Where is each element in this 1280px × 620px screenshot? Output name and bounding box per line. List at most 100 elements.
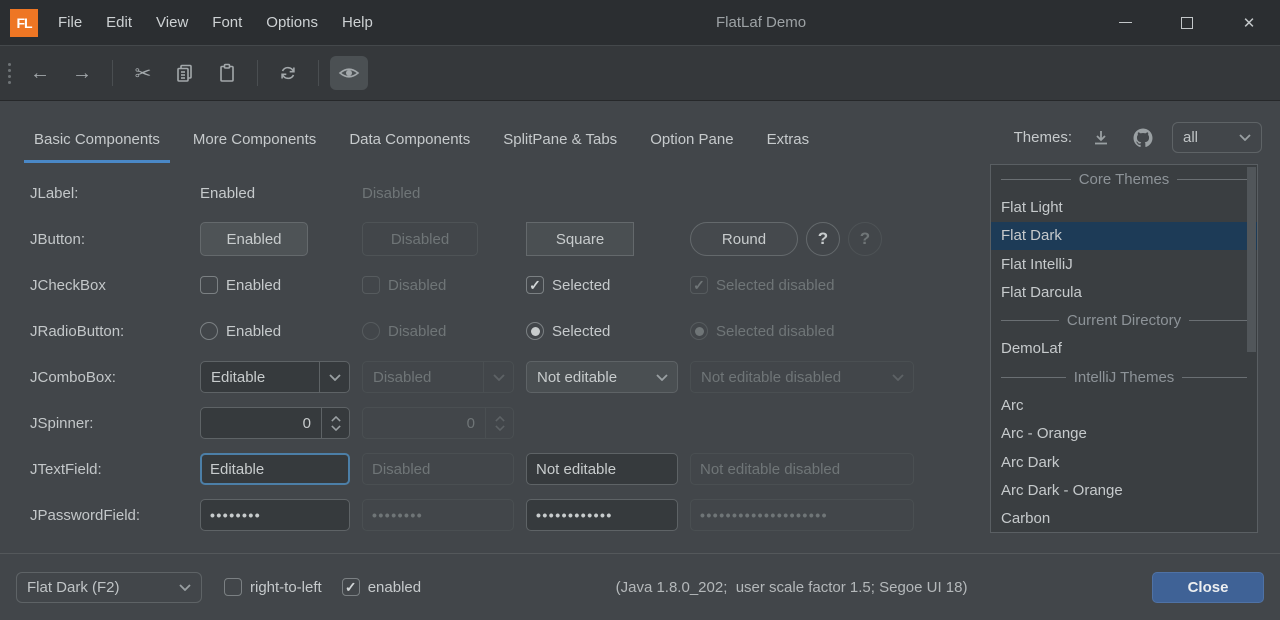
combobox-editable-value[interactable]: Editable: [201, 369, 319, 386]
checkbox-checked-icon[interactable]: ✓: [526, 276, 544, 294]
radio-selected[interactable]: Selected: [526, 322, 678, 340]
window-controls: ✕: [1094, 0, 1280, 45]
enabled-label: enabled: [368, 579, 421, 596]
radio-selected-icon[interactable]: [526, 322, 544, 340]
refresh-button[interactable]: [269, 56, 307, 90]
theme-item-arc-orange[interactable]: Arc - Orange: [991, 420, 1257, 448]
themes-list-scrollbar[interactable]: [1247, 167, 1256, 352]
help-button[interactable]: ?: [806, 222, 840, 256]
copy-button[interactable]: [166, 56, 204, 90]
menu-edit[interactable]: Edit: [94, 0, 144, 45]
theme-item-demolaf[interactable]: DemoLaf: [991, 335, 1257, 363]
textfield-not-editable[interactable]: Not editable: [526, 453, 678, 485]
spinner-enabled[interactable]: 0: [200, 407, 350, 439]
menu-font[interactable]: Font: [200, 0, 254, 45]
passwordfield-not-editable[interactable]: ••••••••••••: [526, 499, 678, 531]
chevron-down-icon: [495, 425, 505, 431]
github-link-button[interactable]: [1130, 125, 1156, 151]
checkbox-enabled[interactable]: Enabled: [200, 276, 350, 294]
forward-arrow-icon: →: [72, 62, 92, 85]
passwordfield-editable[interactable]: ••••••••: [200, 499, 350, 531]
toolbar-grip-handle[interactable]: [8, 63, 11, 84]
chevron-down-icon: [329, 374, 341, 381]
enabled-button[interactable]: Enabled: [200, 222, 308, 256]
github-icon: [1132, 127, 1154, 149]
textfield-editable[interactable]: Editable: [200, 453, 350, 485]
eye-icon: [338, 63, 360, 83]
chevron-down-icon: [892, 374, 904, 381]
toolbar-separator: [318, 60, 319, 86]
jtextfield-row-label: JTextField:: [30, 461, 188, 478]
spinner-value[interactable]: 0: [201, 408, 321, 438]
app-logo-icon: FL: [10, 9, 38, 37]
checkbox-icon: [362, 276, 380, 294]
checkbox-checked-icon[interactable]: ✓: [342, 578, 360, 596]
combobox-not-editable-disabled-value: Not editable disabled: [691, 369, 883, 386]
tab-splitpane-tabs[interactable]: SplitPane & Tabs: [493, 121, 627, 163]
checkbox-selected-label: Selected: [552, 277, 610, 294]
maximize-button[interactable]: [1156, 0, 1218, 45]
show-hidden-toggle-button[interactable]: [330, 56, 368, 90]
close-button[interactable]: Close: [1152, 572, 1264, 603]
combobox-editable[interactable]: Editable: [200, 361, 350, 393]
download-themes-button[interactable]: [1088, 125, 1114, 151]
tab-extras[interactable]: Extras: [757, 121, 820, 163]
cut-button[interactable]: ✂: [124, 56, 162, 90]
chevron-down-icon[interactable]: [331, 425, 341, 431]
theme-item-carbon[interactable]: Carbon: [991, 505, 1257, 533]
theme-item-arc[interactable]: Arc: [991, 391, 1257, 419]
themes-group-header: Current Directory: [991, 306, 1257, 334]
jradiobutton-row-label: JRadioButton:: [30, 323, 188, 340]
tab-basic-components[interactable]: Basic Components: [24, 121, 170, 163]
theme-item-arc-dark[interactable]: Arc Dark: [991, 448, 1257, 476]
theme-item-flat-light[interactable]: Flat Light: [991, 193, 1257, 221]
chevron-up-icon[interactable]: [331, 416, 341, 422]
jlabel-enabled: Enabled: [200, 185, 350, 202]
toolbar-separator: [112, 60, 113, 86]
maximize-icon: [1181, 17, 1193, 29]
theme-item-arc-dark-orange[interactable]: Arc Dark - Orange: [991, 476, 1257, 504]
clipboard-icon: [217, 63, 237, 83]
laf-selector-combobox[interactable]: Flat Dark (F2): [16, 572, 202, 603]
menu-options[interactable]: Options: [254, 0, 330, 45]
tab-more-components[interactable]: More Components: [183, 121, 326, 163]
menu-file[interactable]: File: [46, 0, 94, 45]
jbutton-row: JButton: Enabled Disabled Square Round ?…: [30, 216, 920, 262]
radio-icon[interactable]: [200, 322, 218, 340]
radio-enabled[interactable]: Enabled: [200, 322, 350, 340]
help-button-disabled: ?: [848, 222, 882, 256]
right-to-left-checkbox[interactable]: right-to-left: [224, 578, 322, 596]
radio-enabled-label: Enabled: [226, 323, 281, 340]
close-window-button[interactable]: ✕: [1218, 0, 1280, 45]
checkbox-selected[interactable]: ✓ Selected: [526, 276, 678, 294]
tab-data-components[interactable]: Data Components: [339, 121, 480, 163]
theme-item-flat-darcula[interactable]: Flat Darcula: [991, 278, 1257, 306]
chevron-down-icon: [493, 374, 505, 381]
right-to-left-label: right-to-left: [250, 579, 322, 596]
spinner-disabled: 0: [362, 407, 514, 439]
paste-button[interactable]: [208, 56, 246, 90]
jpasswordfield-row-label: JPasswordField:: [30, 507, 188, 524]
minimize-button[interactable]: [1094, 0, 1156, 45]
forward-button[interactable]: →: [63, 56, 101, 90]
themes-list: Core Themes Flat Light Flat Dark Flat In…: [990, 164, 1258, 533]
square-button[interactable]: Square: [526, 222, 634, 256]
menu-help[interactable]: Help: [330, 0, 385, 45]
back-button[interactable]: ←: [21, 56, 59, 90]
theme-item-flat-dark[interactable]: Flat Dark: [991, 222, 1257, 250]
combobox-not-editable[interactable]: Not editable: [526, 361, 678, 393]
status-info-text: (Java 1.8.0_202; user scale factor 1.5; …: [441, 579, 1142, 596]
refresh-icon: [278, 63, 298, 83]
tab-option-pane[interactable]: Option Pane: [640, 121, 743, 163]
enabled-checkbox[interactable]: ✓ enabled: [342, 578, 421, 596]
window-title: FlatLaf Demo: [716, 0, 806, 45]
menu-view[interactable]: View: [144, 0, 200, 45]
checkbox-icon[interactable]: [224, 578, 242, 596]
jcheckbox-row: JCheckBox Enabled Disabled ✓ Selected ✓ …: [30, 262, 920, 308]
themes-filter-combobox[interactable]: all: [1172, 122, 1262, 153]
round-button[interactable]: Round: [690, 222, 798, 256]
theme-item-flat-intellij[interactable]: Flat IntelliJ: [991, 250, 1257, 278]
jlabel-row-label: JLabel:: [30, 185, 188, 202]
disabled-button: Disabled: [362, 222, 478, 256]
checkbox-icon[interactable]: [200, 276, 218, 294]
